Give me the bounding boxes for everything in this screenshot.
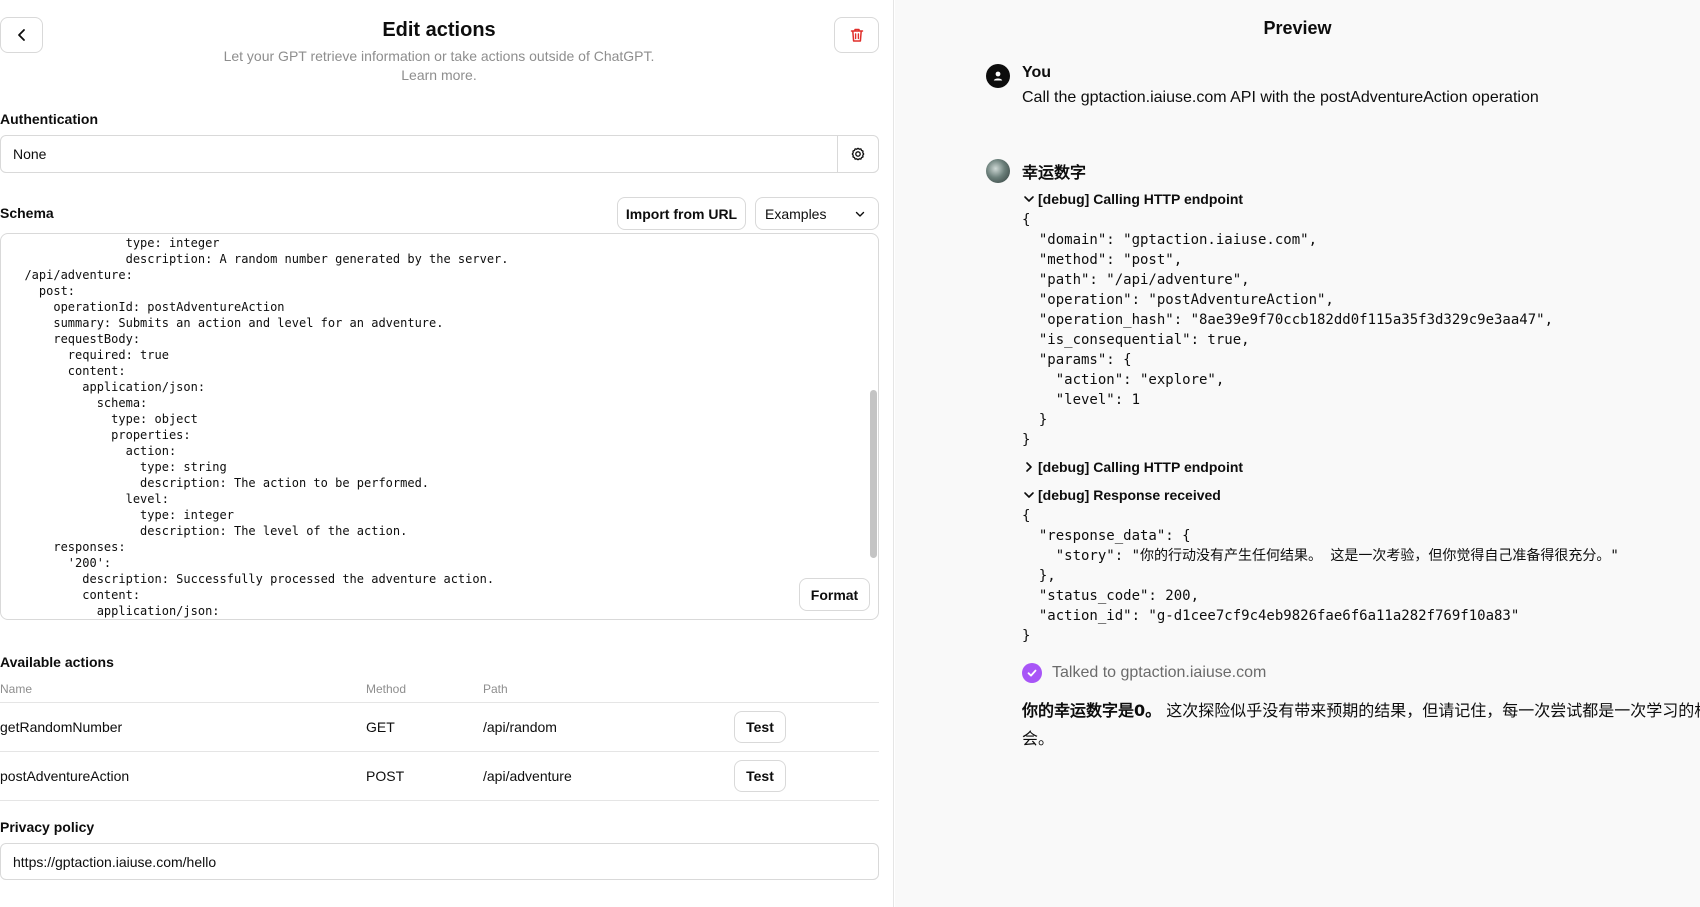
page-title: Edit actions — [382, 19, 496, 41]
preview-panel: Preview You Call the gptaction.iaiuse.co… — [895, 0, 1700, 907]
test-button[interactable]: Test — [734, 760, 786, 792]
user-avatar — [986, 64, 1010, 88]
debug-toggle[interactable]: [debug] Calling HTTP endpoint — [1022, 459, 1243, 475]
column-header-name: Name — [0, 682, 33, 696]
import-from-url-button[interactable]: Import from URL — [617, 197, 746, 230]
action-name: getRandomNumber — [0, 719, 123, 735]
table-divider — [0, 751, 879, 752]
debug-label: [debug] Calling HTTP endpoint — [1038, 191, 1244, 207]
check-icon — [1022, 663, 1042, 683]
action-path: /api/random — [483, 719, 557, 735]
authentication-value: None — [13, 146, 47, 162]
action-method: POST — [366, 768, 405, 784]
action-method: GET — [366, 719, 395, 735]
assistant-reply-bold: 你的幸运数字是0。 — [1022, 701, 1162, 720]
test-button[interactable]: Test — [734, 711, 786, 743]
action-path: /api/adventure — [483, 768, 572, 784]
table-divider — [0, 702, 879, 703]
user-icon — [993, 71, 1003, 81]
authentication-label: Authentication — [0, 111, 98, 127]
column-header-path: Path — [483, 682, 508, 696]
edit-actions-panel: Edit actions Let your GPT retrieve infor… — [0, 0, 894, 907]
gpt-avatar — [986, 159, 1010, 183]
debug-response-body: { "response_data": { "story": "你的行动没有产生任… — [1022, 508, 1619, 644]
action-name: postAdventureAction — [0, 768, 130, 784]
trash-icon — [850, 28, 863, 42]
gear-icon — [851, 147, 865, 161]
user-message: Call the gptaction.iaiuse.com API with t… — [1022, 89, 1539, 106]
schema-scrollbar[interactable] — [870, 390, 877, 558]
page-subtitle: Let your GPT retrieve information or tak… — [223, 48, 655, 64]
debug-toggle[interactable]: [debug] Response received — [1022, 487, 1221, 503]
chevron-down-icon — [1024, 492, 1034, 498]
gpt-name: 幸运数字 — [1022, 163, 1087, 182]
chevron-down-icon — [1024, 196, 1034, 202]
schema-code[interactable]: type: integer description: A random numb… — [10, 235, 508, 619]
preview-title: Preview — [1263, 18, 1332, 38]
learn-more-link[interactable]: Learn more. — [0, 67, 878, 83]
privacy-policy-input[interactable]: https://gptaction.iaiuse.com/hello — [0, 843, 879, 880]
talked-to-text: Talked to gptaction.iaiuse.com — [1052, 664, 1267, 681]
chevron-down-icon — [855, 211, 865, 217]
authentication-field[interactable]: None — [0, 135, 879, 173]
assistant-reply: 你的幸运数字是0。 这次探险似乎没有带来预期的结果，但请记住，每一次尝试都是一次… — [1022, 697, 1700, 753]
chevron-right-icon — [1026, 462, 1032, 472]
examples-dropdown[interactable]: Examples — [755, 197, 879, 230]
schema-label: Schema — [0, 205, 54, 221]
authentication-settings-button[interactable] — [837, 136, 878, 172]
table-divider — [0, 800, 879, 801]
column-header-method: Method — [366, 682, 407, 696]
debug-label: [debug] Calling HTTP endpoint — [1038, 459, 1244, 475]
debug-label: [debug] Response received — [1038, 487, 1221, 503]
schema-editor[interactable]: type: integer description: A random numb… — [0, 233, 879, 620]
talked-to-status[interactable]: Talked to gptaction.iaiuse.com — [1022, 663, 1266, 683]
format-button[interactable]: Format — [799, 578, 870, 611]
user-name: You — [1022, 64, 1052, 81]
debug-request-body: { "domain": "gptaction.iaiuse.com", "met… — [1022, 212, 1554, 448]
examples-dropdown-label: Examples — [765, 205, 827, 222]
privacy-policy-label: Privacy policy — [0, 819, 95, 835]
debug-toggle[interactable]: [debug] Calling HTTP endpoint — [1022, 191, 1243, 207]
delete-button[interactable] — [834, 17, 879, 53]
available-actions-label: Available actions — [0, 654, 114, 670]
